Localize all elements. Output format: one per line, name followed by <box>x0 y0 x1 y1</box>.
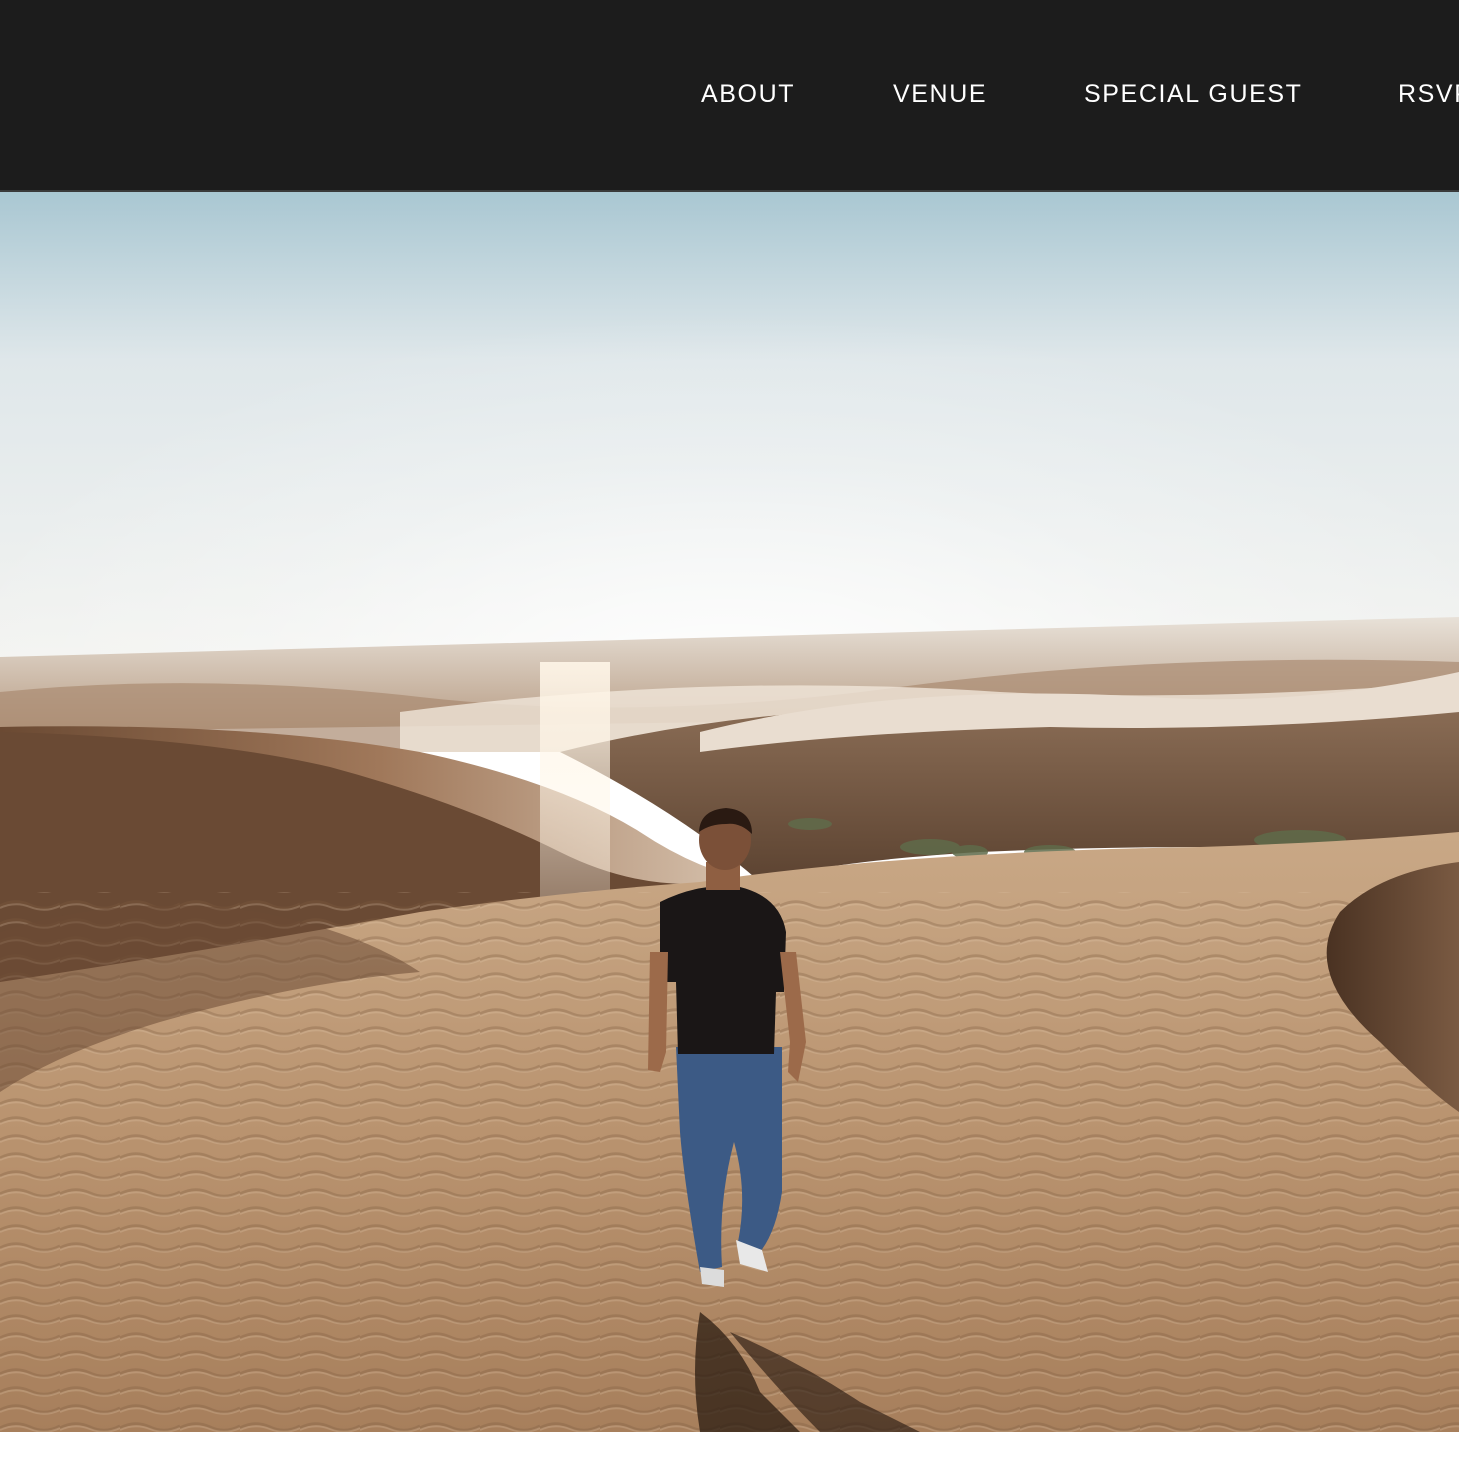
page-bottom-edge <box>0 1432 1459 1459</box>
hero-image <box>0 192 1459 1432</box>
nav-link-rsvp[interactable]: RSVP <box>1398 78 1459 110</box>
nav-link-about[interactable]: ABOUT <box>701 78 795 110</box>
nav-link-special-guest[interactable]: SPECIAL GUEST <box>1084 78 1303 110</box>
nav-link-venue[interactable]: VENUE <box>893 78 987 110</box>
main-navigation: ABOUT VENUE SPECIAL GUEST RSVP <box>0 0 1459 190</box>
page: ABOUT VENUE SPECIAL GUEST RSVP <box>0 0 1459 1459</box>
desert-photo <box>0 192 1459 1432</box>
site-header: ABOUT VENUE SPECIAL GUEST RSVP <box>0 0 1459 192</box>
